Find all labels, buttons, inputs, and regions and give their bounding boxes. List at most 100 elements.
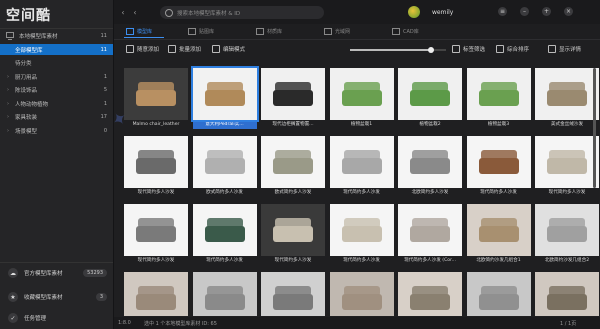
model-thumbnail[interactable] (398, 136, 462, 188)
model-thumbnail[interactable] (466, 136, 531, 188)
model-card[interactable]: 北欧简约沙发几组合1 (466, 204, 531, 265)
sidebar-category-item[interactable]: › 人物动物植物 1 (0, 98, 113, 109)
model-card[interactable]: 现代简约多人沙发 (535, 136, 599, 197)
model-card[interactable]: 植物盆栽2 (398, 68, 462, 129)
model-card[interactable]: 意大利Pedrali实... (190, 66, 259, 129)
edit-mode-label: 编辑模式 (223, 47, 246, 53)
sidebar-bottom-item[interactable]: ★ 收藏模型库素材 3 (0, 290, 113, 304)
chevron-right-icon[interactable]: › (7, 87, 12, 93)
model-thumbnail[interactable] (124, 272, 188, 316)
tab-models[interactable]: 模型库 (126, 26, 152, 37)
maximize-icon[interactable]: + (542, 7, 551, 16)
grid-scrollbar[interactable] (593, 68, 596, 188)
model-thumbnail[interactable] (398, 204, 462, 256)
tab-textures[interactable]: 贴图库 (188, 26, 214, 37)
model-card[interactable] (398, 272, 462, 316)
model-card[interactable]: 现代简约多人沙发 (466, 136, 531, 197)
model-card[interactable]: 现代简约多人沙发 (Cor... (398, 204, 462, 265)
model-card[interactable]: 欧式简约多人沙发 (261, 136, 325, 197)
model-thumbnail[interactable] (261, 136, 325, 188)
chevron-right-icon[interactable]: › (7, 114, 12, 120)
model-card[interactable]: 现代简约多人沙发 (124, 136, 188, 197)
model-card[interactable]: 欧式简约多人沙发 (192, 136, 257, 197)
back-icon[interactable]: ‹ (118, 8, 128, 18)
chevron-right-icon[interactable]: › (7, 128, 12, 134)
model-card[interactable]: 植物盆栽1 (329, 68, 394, 129)
chevron-right-icon[interactable]: › (7, 74, 12, 80)
model-thumbnail[interactable] (124, 204, 188, 256)
model-thumbnail[interactable] (261, 204, 325, 256)
search-input[interactable]: 搜索本地模型库素材 & ID (160, 6, 324, 19)
sidebar-bottom-item[interactable]: ☁ 官方模型库素材 53293 (0, 266, 113, 280)
model-thumbnail[interactable] (535, 68, 599, 120)
model-card[interactable]: 现代简约多人沙发 (192, 204, 257, 265)
model-card[interactable]: 现代简约多人沙发 (261, 204, 325, 265)
sidebar-category-item[interactable]: › 陈设饰品 5 (0, 85, 113, 96)
model-card[interactable] (535, 272, 599, 316)
sidebar-local-library[interactable]: 本地模型库素材 11 (0, 30, 113, 41)
model-card[interactable]: 北欧简约沙发几组合2 (535, 204, 599, 265)
username[interactable]: wemily (432, 9, 453, 16)
model-card[interactable] (192, 272, 257, 316)
close-icon[interactable]: × (564, 7, 573, 16)
model-caption: 植物盆栽2 (419, 122, 441, 127)
model-card[interactable]: 现代简约多人沙发 (329, 136, 394, 197)
zoom-slider[interactable] (350, 47, 446, 53)
sidebar-category-item[interactable]: 待分类 (0, 58, 113, 69)
model-card[interactable]: 现代边柜搁置物置... (261, 68, 325, 129)
model-thumbnail[interactable] (535, 136, 599, 188)
model-thumbnail[interactable] (124, 136, 188, 188)
tab-cad[interactable]: CAD库 (392, 26, 419, 37)
tab-ies[interactable]: 光域网 (324, 26, 350, 37)
menu-icon[interactable]: ≡ (498, 7, 507, 16)
model-thumbnail[interactable] (261, 272, 325, 316)
model-thumbnail[interactable] (398, 68, 462, 120)
model-thumbnail[interactable] (466, 272, 531, 316)
forward-icon[interactable]: ‹ (130, 8, 140, 18)
model-card[interactable]: 现代简约多人沙发 (124, 204, 188, 265)
zoom-slider-knob[interactable] (428, 47, 434, 53)
model-thumbnail[interactable] (329, 68, 394, 120)
model-thumbnail[interactable] (190, 66, 259, 122)
model-thumbnail[interactable] (329, 272, 394, 316)
minimize-icon[interactable]: – (520, 7, 529, 16)
model-thumbnail[interactable] (192, 272, 257, 316)
model-card[interactable]: 美式金丝绒沙发 (535, 68, 599, 129)
sort-button[interactable]: 综合排序 (496, 45, 529, 53)
sidebar-category-item[interactable]: › 家具软装 17 (0, 112, 113, 123)
model-thumbnail[interactable] (535, 272, 599, 316)
model-thumbnail[interactable] (398, 272, 462, 316)
model-thumbnail[interactable] (535, 204, 599, 256)
model-thumbnail[interactable] (261, 68, 325, 120)
model-card[interactable]: 北欧简约多人沙发 (398, 136, 462, 197)
model-card[interactable] (466, 272, 531, 316)
model-thumbnail[interactable] (466, 204, 531, 256)
sidebar-bottom-item[interactable]: ✓ 任务管理 (0, 311, 113, 325)
avatar[interactable] (408, 6, 420, 18)
model-thumbnail[interactable] (329, 136, 394, 188)
tab-materials[interactable]: 材质库 (256, 26, 282, 37)
model-thumbnail[interactable] (329, 204, 394, 256)
model-card[interactable]: 植物盆栽3 (466, 68, 531, 129)
chevron-right-icon[interactable]: › (7, 101, 12, 107)
model-thumbnail[interactable] (466, 68, 531, 120)
model-caption: 现代简约多人沙发 (137, 190, 175, 195)
show-details-button[interactable]: 显示详情 (548, 45, 581, 53)
model-thumbnail[interactable] (124, 68, 188, 120)
sidebar-category-item[interactable]: › 场景模型 0 (0, 125, 113, 136)
monitor-icon (6, 31, 14, 40)
sidebar-category-item[interactable]: 全部模型库 11 (0, 44, 113, 55)
tag-filter-button[interactable]: 标签筛选 (452, 45, 485, 53)
model-card[interactable] (124, 272, 188, 316)
sidebar-bottom-label: 任务管理 (24, 316, 47, 322)
edit-mode-button[interactable]: 编辑模式 (212, 45, 245, 53)
sidebar-category-item[interactable]: › 厨刀用品 1 (0, 71, 113, 82)
model-caption: 现代边柜搁置物置... (272, 122, 314, 127)
model-thumbnail[interactable] (192, 204, 257, 256)
model-card[interactable] (329, 272, 394, 316)
model-thumbnail[interactable] (192, 136, 257, 188)
quick-add-button[interactable]: 随意添加 (126, 45, 159, 53)
model-card[interactable] (261, 272, 325, 316)
model-card[interactable]: 现代简约多人沙发 (329, 204, 394, 265)
batch-add-button[interactable]: 批量添加 (168, 45, 201, 53)
